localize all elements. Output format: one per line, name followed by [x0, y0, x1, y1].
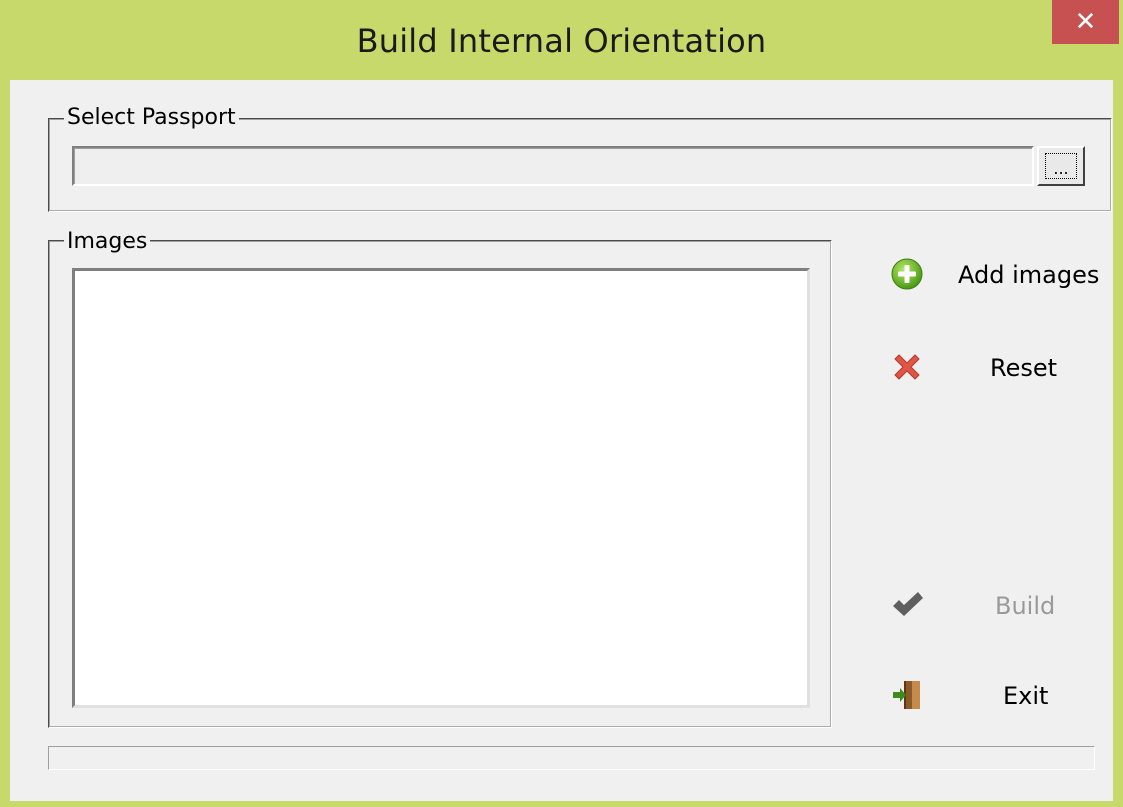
build-button[interactable]: Build	[890, 588, 1055, 622]
reset-label: Reset	[990, 354, 1058, 382]
select-passport-label: Select Passport	[64, 105, 239, 130]
dialog-window: Build Internal Orientation ✕ Select Pass…	[0, 0, 1123, 807]
exit-button[interactable]: Exit	[890, 678, 1048, 712]
close-icon: ✕	[1074, 7, 1097, 37]
build-label: Build	[995, 592, 1056, 620]
window-title: Build Internal Orientation	[356, 22, 767, 60]
checkmark-icon	[890, 588, 924, 622]
passport-path-field[interactable]	[72, 146, 1034, 186]
status-bar	[48, 746, 1095, 770]
close-button[interactable]: ✕	[1052, 0, 1119, 44]
add-images-label: Add images	[958, 261, 1100, 289]
add-images-button[interactable]: Add images	[890, 257, 1099, 291]
title-bar[interactable]: Build Internal Orientation ✕	[0, 0, 1123, 80]
images-label: Images	[64, 229, 151, 254]
browse-button[interactable]: ...	[1037, 146, 1085, 186]
browse-button-label: ...	[1045, 153, 1077, 179]
images-list[interactable]	[72, 268, 810, 708]
reset-button[interactable]: Reset	[890, 350, 1057, 384]
add-circle-icon	[890, 257, 924, 291]
exit-door-icon	[890, 678, 924, 712]
exit-label: Exit	[1003, 682, 1049, 710]
red-x-icon	[890, 350, 924, 384]
dialog-body: Select Passport ... Images Add images Re…	[10, 80, 1113, 801]
